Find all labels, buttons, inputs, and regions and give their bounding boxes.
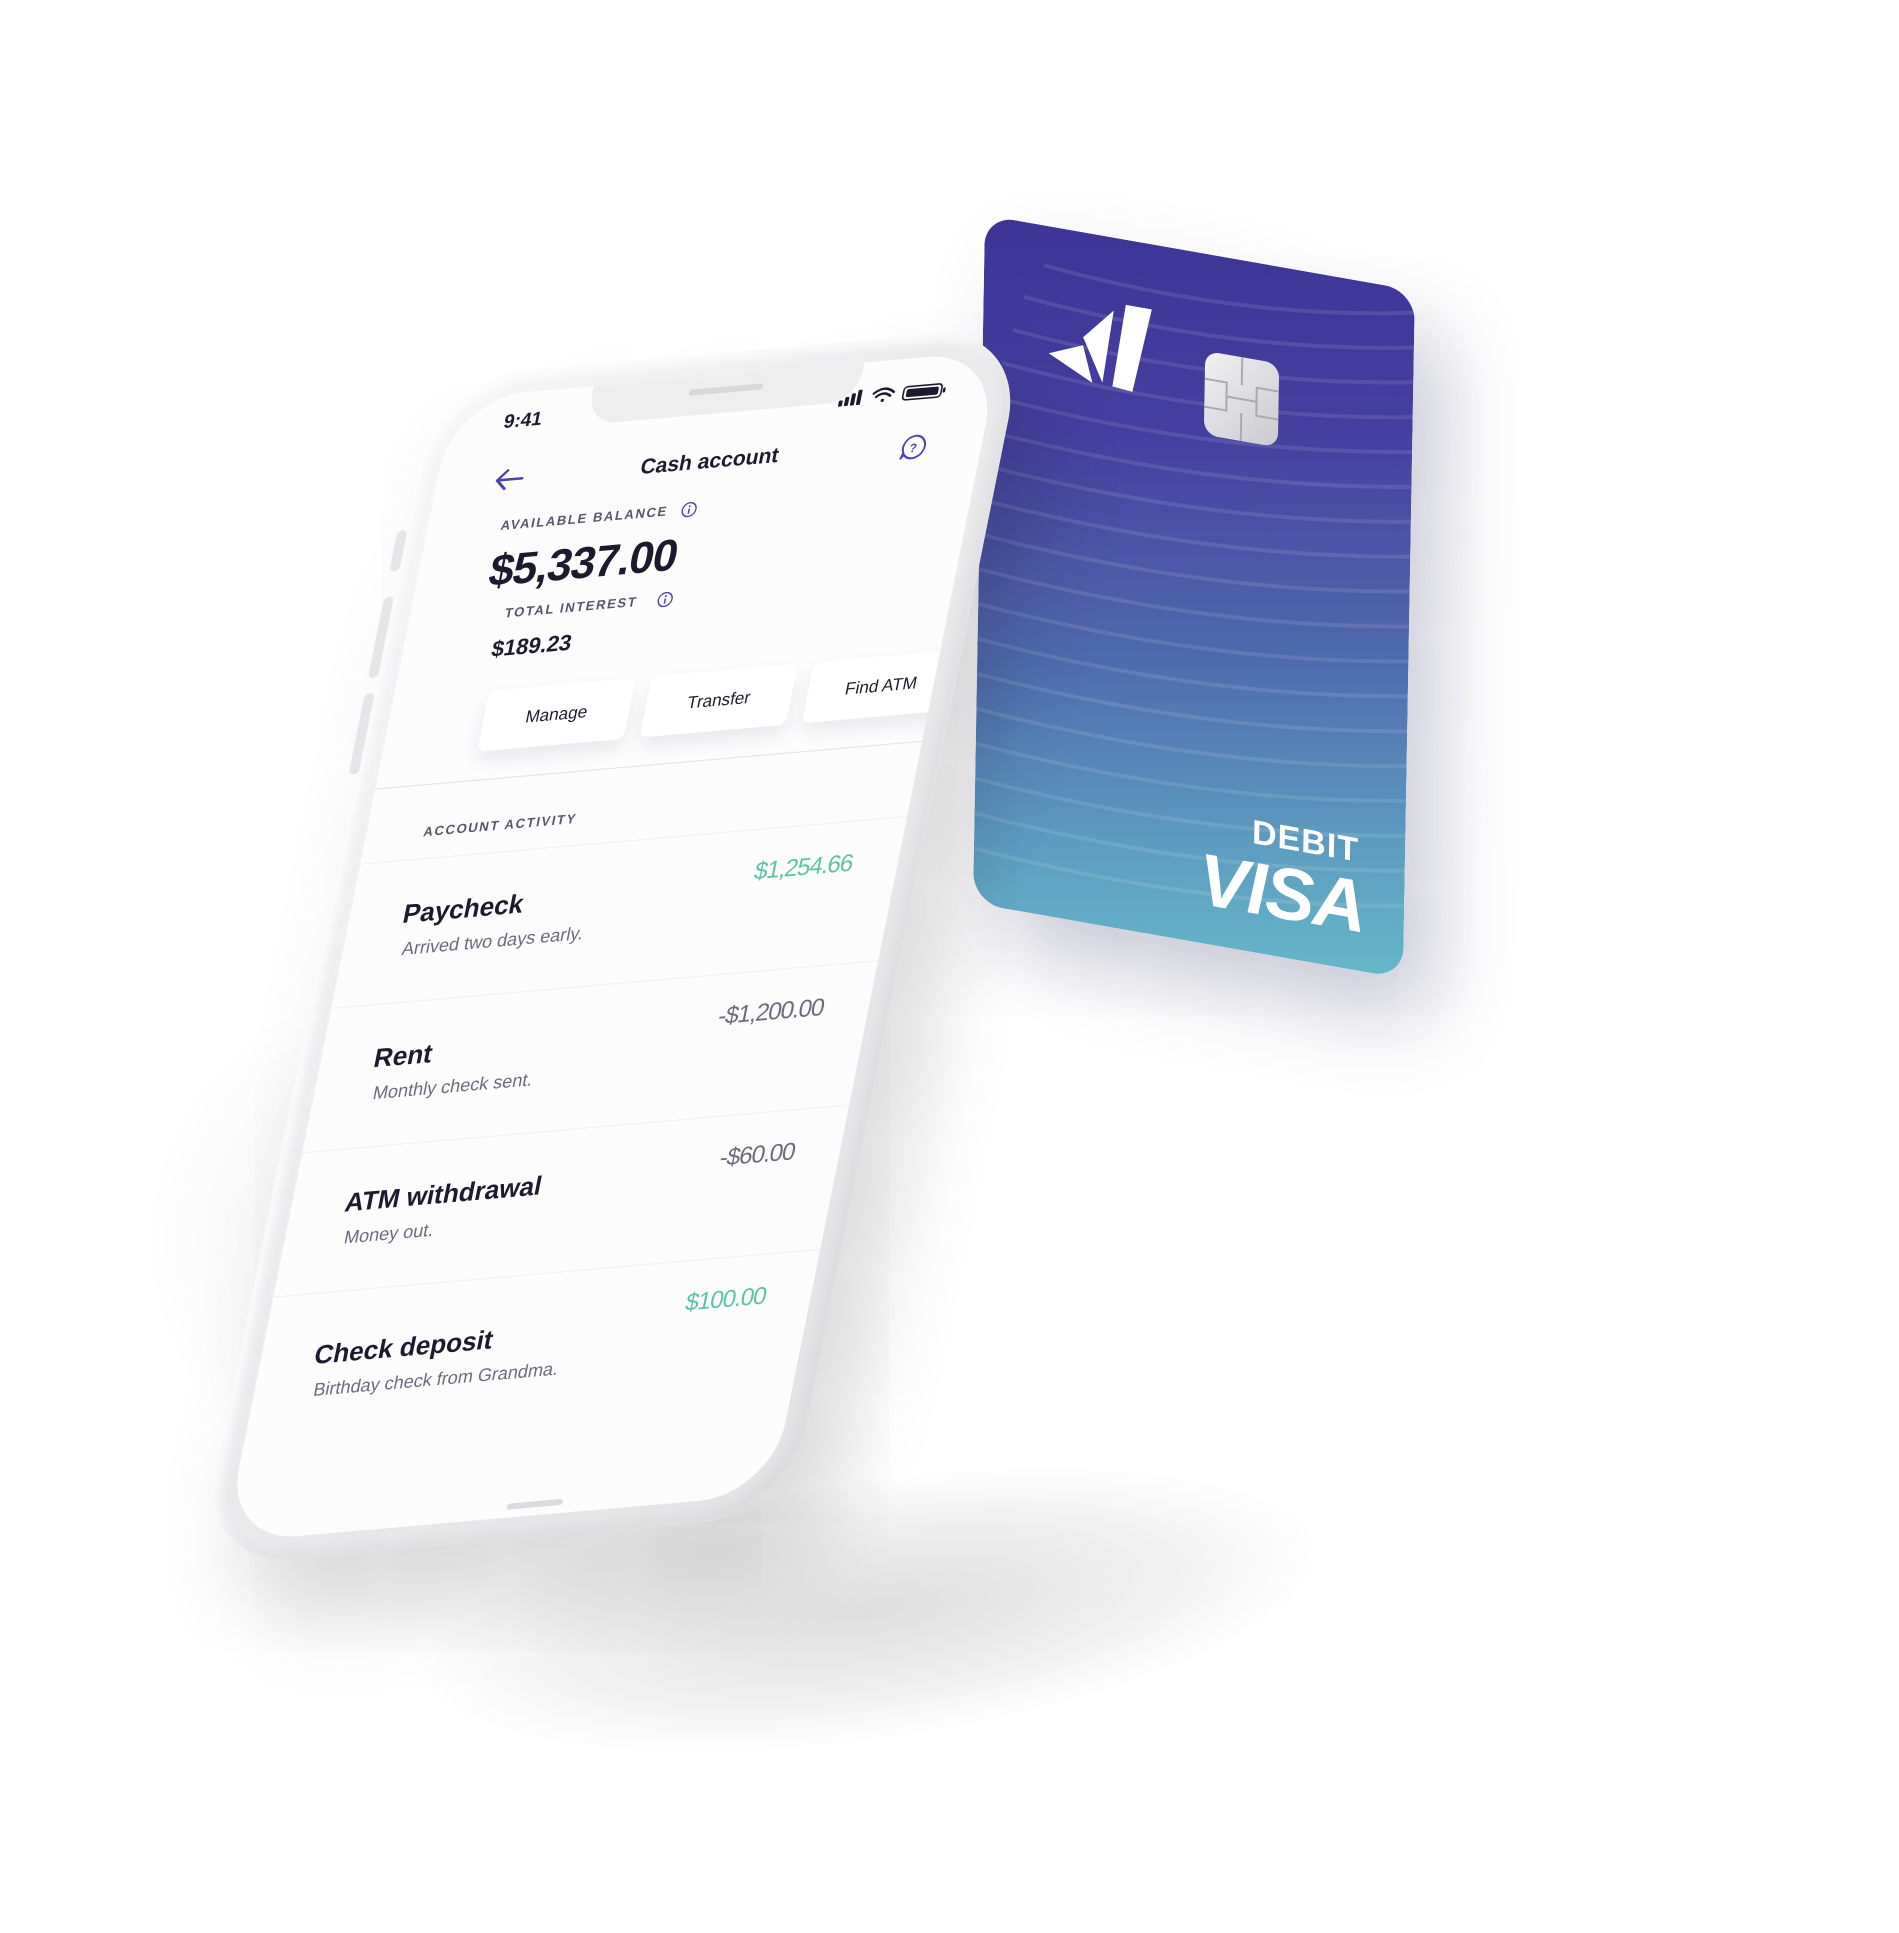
transaction-title: Check deposit (311, 1324, 496, 1371)
available-balance-value: $5,337.00 (484, 530, 682, 597)
transaction-subtitle: Monthly check sent. (371, 1069, 535, 1104)
brand-logo-icon (1048, 304, 1152, 392)
phone-device: 9:41 Cash account ? AVAILABLE BALANCE $5… (197, 326, 1028, 1567)
battery-icon (901, 383, 946, 401)
transaction-amount: -$1,200.00 (715, 993, 827, 1031)
section-divider (375, 740, 923, 790)
account-activity-label: ACCOUNT ACTIVITY (422, 810, 579, 840)
info-icon[interactable] (679, 501, 698, 519)
chip-icon (1204, 352, 1280, 446)
transaction-title: Rent (371, 1037, 436, 1074)
signal-icon (837, 389, 863, 407)
status-time: 9:41 (501, 408, 545, 434)
info-icon[interactable] (656, 591, 675, 609)
available-balance-label: AVAILABLE BALANCE (499, 503, 670, 534)
transaction-amount: $100.00 (682, 1282, 769, 1317)
total-interest-label: TOTAL INTEREST (503, 593, 639, 621)
home-indicator (506, 1498, 564, 1510)
transaction-amount: $1,254.66 (751, 849, 856, 886)
manage-button[interactable]: Manage (477, 677, 636, 752)
transaction-amount: -$60.00 (717, 1137, 798, 1172)
transaction-title: ATM withdrawal (342, 1170, 545, 1218)
total-interest-value: $189.23 (489, 629, 575, 662)
product-mockup: DEBIT VISA 9:41 Cash account ? AVAILABLE… (0, 0, 1899, 1933)
help-chat-icon[interactable]: ? (898, 433, 929, 462)
transaction-subtitle: Money out. (342, 1219, 436, 1248)
transfer-button[interactable]: Transfer (639, 663, 798, 738)
wifi-icon (872, 387, 896, 403)
debit-card: DEBIT VISA (972, 215, 1415, 979)
transaction-title: Paycheck (400, 888, 527, 930)
transaction-subtitle: Arrived two days early. (400, 922, 586, 960)
svg-text:?: ? (908, 441, 918, 456)
